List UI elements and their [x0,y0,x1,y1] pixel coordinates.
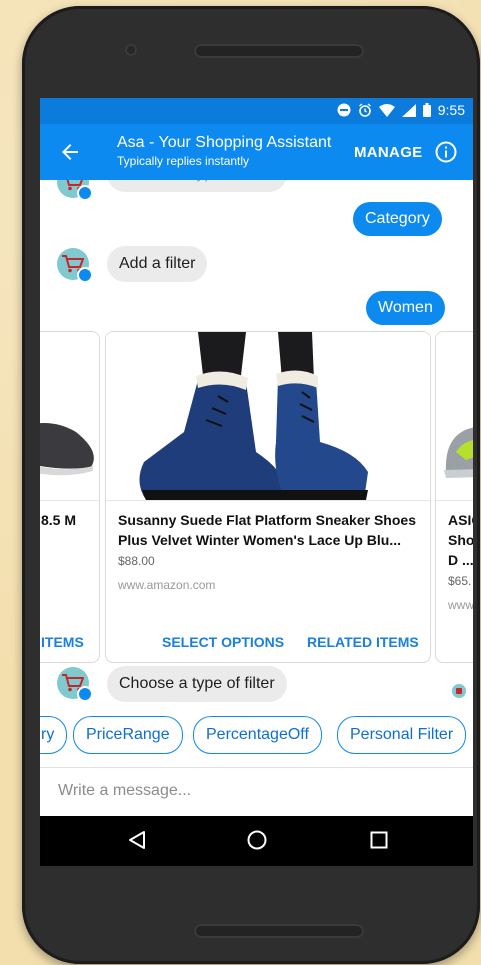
alarm-icon [358,103,371,117]
status-time: 9:55 [437,102,465,118]
boots-image [139,332,368,500]
quick-replies: ry PriceRange PercentageOff Personal Fil… [40,716,473,758]
product-card[interactable]: ASIC Sho D ... $65. www [435,331,473,663]
product-image [40,332,99,501]
quick-reply-percentage-off[interactable]: PercentageOff [193,716,322,754]
quick-reply-personal-filter[interactable]: Personal Filter [337,716,467,754]
back-arrow-icon[interactable] [58,140,82,164]
battery-icon [422,103,431,117]
product-card[interactable]: Susanny Suede Flat Platform Sneaker Shoe… [105,331,431,663]
user-message: Women [366,291,445,325]
shoe-image [40,423,94,476]
info-icon[interactable] [435,141,457,163]
message-input[interactable]: Write a message... [58,782,191,800]
quick-reply-category[interactable]: ry [40,716,68,754]
bottom-speaker [194,924,364,938]
messenger-badge-icon [77,267,93,283]
conversation-subtitle: Typically replies instantly [117,154,250,168]
quick-reply-price-range[interactable]: PriceRange [73,716,183,754]
seen-avatar-icon [452,684,466,698]
product-image [106,332,430,501]
manage-button[interactable]: MANAGE [354,144,422,161]
product-card[interactable]: 8.5 M ITEMS [40,331,100,663]
android-nav-bar [40,816,473,866]
product-price: $65. [448,574,472,588]
messenger-badge-icon [77,185,93,201]
product-title: 8.5 M [41,512,77,528]
select-options-button[interactable]: SELECT OPTIONS [162,634,284,650]
bot-avatar [57,248,93,283]
earpiece-speaker [194,44,364,58]
conversation-title: Asa - Your Shopping Assistant [117,134,332,151]
do-not-disturb-icon [337,103,351,117]
wifi-icon [378,103,395,117]
bot-avatar [57,667,93,702]
bot-message: Add a filter [107,246,208,282]
recents-square-icon[interactable] [370,831,388,849]
bot-message: Choose a type of filter [107,180,287,192]
message-list: Choose a type of filter Category Add a f… [40,180,473,770]
conversation-title-block[interactable]: Asa - Your Shopping Assistant Typically … [117,134,331,168]
bot-avatar [57,180,93,201]
product-image [436,332,473,501]
front-camera [125,44,137,56]
product-source: www.amazon.com [118,578,216,592]
related-items-button[interactable]: RELATED ITEMS [307,634,419,650]
product-title[interactable]: ASIC Sho D ... [448,510,473,570]
messenger-badge-icon [77,686,93,702]
status-bar: 9:55 [40,98,473,124]
home-circle-icon[interactable] [247,830,267,850]
cell-signal-icon [401,103,416,117]
conversation-header: Asa - Your Shopping Assistant Typically … [40,124,473,180]
sneaker-image [444,427,473,478]
back-triangle-icon[interactable] [128,830,146,850]
composer-divider [40,767,473,768]
product-price: $88.00 [118,554,155,568]
bot-message: Choose a type of filter [107,666,287,702]
items-action[interactable]: ITEMS [41,634,84,650]
product-source: www [448,598,473,612]
user-message: Category [353,202,442,236]
phone-screen: 9:55 Asa - Your Shopping Assistant Typic… [40,98,473,866]
product-title[interactable]: Susanny Suede Flat Platform Sneaker Shoe… [118,510,418,550]
